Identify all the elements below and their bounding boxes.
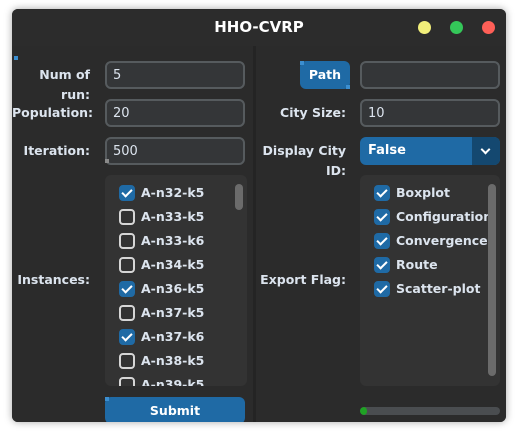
checkbox-unchecked-icon[interactable] [119,233,135,249]
checkbox-checked-icon[interactable] [374,281,390,297]
checkbox-checked-icon[interactable] [119,185,135,201]
display-city-id-dropdown[interactable]: False [360,137,500,165]
left-panel: Num of run: Population: Iteration: Insta… [12,46,253,422]
checkbox-unchecked-icon[interactable] [119,209,135,225]
instance-checkbox-row[interactable]: A-n33-k6 [119,232,229,250]
city-size-label: City Size: [280,105,346,120]
export-flag-checkbox-label: Configuration [396,209,493,224]
instance-checkbox-row[interactable]: A-n36-k5 [119,280,229,298]
instance-checkbox-label: A-n34-k5 [141,257,205,272]
instance-checkbox-label: A-n33-k5 [141,209,205,224]
display-city-id-value: False [368,143,406,158]
checkbox-checked-icon[interactable] [119,329,135,345]
instances-scrollbar-thumb[interactable] [235,184,243,210]
button-corner-marker [300,61,304,65]
export-flag-list[interactable]: Boxplot Configuration Convergence Route Scat… [360,175,500,386]
num-of-run-input[interactable] [105,61,245,89]
dropdown-arrow-button[interactable] [472,137,500,165]
button-corner-marker [346,85,350,89]
instance-checkbox-label: A-n39-k5 [141,377,205,386]
display-city-id-label: Display City ID: [262,143,346,178]
instance-checkbox-label: A-n38-k5 [141,353,205,368]
entry-corner-marker [105,159,109,163]
num-of-run-label: Num of run: [39,67,90,102]
population-label: Population: [12,105,94,120]
checkbox-unchecked-icon[interactable] [119,353,135,369]
progress-bar [360,407,500,415]
instance-checkbox-label: A-n36-k5 [141,281,205,296]
export-flag-label: Export Flag: [260,272,346,287]
export-scrollbar-thumb[interactable] [488,184,496,376]
panel-corner-marker [14,56,18,60]
instance-checkbox-row[interactable]: A-n39-k5 [119,376,229,386]
path-button[interactable]: Path [300,61,350,89]
app-window: HHO-CVRP Num of run: Population: Iterati… [12,9,506,422]
instance-checkbox-row[interactable]: A-n37-k6 [119,328,229,346]
population-input[interactable] [105,99,245,127]
button-corner-marker [105,397,109,401]
instance-checkbox-row[interactable]: A-n34-k5 [119,256,229,274]
checkbox-unchecked-icon[interactable] [119,305,135,321]
minimize-button[interactable] [418,21,431,34]
instance-checkbox-row[interactable]: A-n38-k5 [119,352,229,370]
export-flag-checkbox-label: Route [396,257,438,272]
checkbox-checked-icon[interactable] [374,185,390,201]
export-flag-checkbox-row[interactable]: Route [374,256,484,274]
close-button[interactable] [482,21,495,34]
checkbox-unchecked-icon[interactable] [119,377,135,386]
export-flag-checkbox-row[interactable]: Boxplot [374,184,484,202]
checkbox-checked-icon[interactable] [374,257,390,273]
submit-button-label: Submit [149,403,201,418]
title-bar: HHO-CVRP [12,9,506,46]
checkbox-checked-icon[interactable] [374,233,390,249]
instances-label: Instances: [17,272,90,287]
instance-checkbox-label: A-n37-k5 [141,305,205,320]
checkbox-unchecked-icon[interactable] [119,257,135,273]
instance-checkbox-row[interactable]: A-n37-k5 [119,304,229,322]
iteration-input[interactable] [105,137,245,165]
export-flag-checkbox-row[interactable]: Configuration [374,208,492,226]
progress-bar-fill [360,407,367,415]
instance-checkbox-label: A-n32-k5 [141,185,205,200]
window-title: HHO-CVRP [214,18,304,36]
checkbox-checked-icon[interactable] [119,281,135,297]
instance-checkbox-label: A-n33-k6 [141,233,205,248]
path-input[interactable] [360,61,500,89]
instances-list[interactable]: A-n32-k5 A-n33-k5 A-n33-k6 A-n34-k5 A-n36-k5… [105,175,247,386]
maximize-button[interactable] [450,21,463,34]
iteration-label: Iteration: [23,143,90,158]
export-flag-checkbox-row[interactable]: Scatter-plot [374,280,484,298]
submit-button[interactable]: Submit [105,397,245,422]
instance-checkbox-row[interactable]: A-n33-k5 [119,208,229,226]
instance-checkbox-label: A-n37-k6 [141,329,205,344]
export-flag-checkbox-label: Convergence [396,233,488,248]
city-size-input[interactable] [360,99,500,127]
chevron-down-icon [480,144,491,155]
export-flag-checkbox-row[interactable]: Convergence [374,232,488,250]
path-button-label: Path [308,67,342,82]
export-flag-checkbox-label: Scatter-plot [396,281,481,296]
instance-checkbox-row[interactable]: A-n32-k5 [119,184,229,202]
checkbox-checked-icon[interactable] [374,209,390,225]
export-flag-checkbox-label: Boxplot [396,185,450,200]
right-panel: Path City Size: Display City ID: False E… [256,46,506,422]
